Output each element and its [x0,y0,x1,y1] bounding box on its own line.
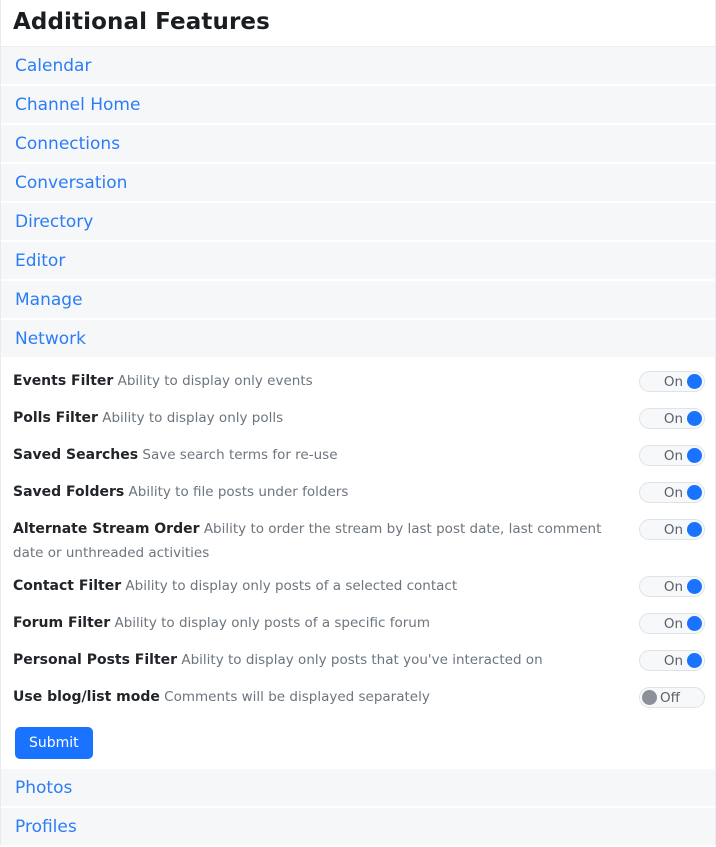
feature-row: Alternate Stream Order Ability to order … [13,513,705,570]
feature-toggle-list: Events Filter Ability to display only ev… [13,365,705,718]
feature-toggle[interactable]: On [639,482,705,503]
accordion-link-network[interactable]: Network [1,320,715,359]
toggle-knob-icon [687,411,702,426]
feature-text: Events Filter Ability to display only ev… [13,369,639,393]
accordion-link-directory[interactable]: Directory [1,203,715,242]
feature-description: Ability to display only posts of a selec… [125,578,458,594]
submit-row: Submit [13,718,705,769]
feature-description: Ability to display only posts of a speci… [114,615,430,631]
toggle-state-label: On [663,484,683,501]
accordion-link-conversation[interactable]: Conversation [1,164,715,203]
accordion-link-label: Connections [15,134,121,154]
feature-description: Ability to display only events [117,373,313,389]
toggle-state-label: On [663,373,683,390]
accordion-link-label: Calendar [15,56,92,76]
accordion-link-connections[interactable]: Connections [1,125,715,164]
toggle-state-label: On [663,652,683,669]
toggle-knob-icon [687,448,702,463]
accordion-link-photos[interactable]: Photos [1,769,715,808]
feature-name: Forum Filter [13,615,111,631]
accordion-link-label: Manage [15,290,83,310]
accordion-link-label: Editor [15,251,66,271]
feature-name: Contact Filter [13,578,122,594]
toggle-state-label: On [663,521,683,538]
toggle-knob-icon [687,616,702,631]
feature-text: Saved Searches Save search terms for re-… [13,443,639,467]
accordion-links-bottom: Photos Profiles [1,769,715,847]
feature-toggle[interactable]: On [639,613,705,634]
toggle-state-label: Off [660,689,680,706]
feature-text: Polls Filter Ability to display only pol… [13,406,639,430]
feature-row: Saved Folders Ability to file posts unde… [13,476,705,513]
feature-name: Use blog/list mode [13,689,160,705]
network-section-body: Events Filter Ability to display only ev… [1,359,715,769]
feature-text: Personal Posts Filter Ability to display… [13,648,639,672]
feature-row: Polls Filter Ability to display only pol… [13,402,705,439]
feature-text: Saved Folders Ability to file posts unde… [13,480,639,504]
toggle-state-label: On [663,578,683,595]
accordion-link-editor[interactable]: Editor [1,242,715,281]
feature-name: Events Filter [13,373,114,389]
feature-toggle[interactable]: On [639,408,705,429]
accordion-link-label: Network [15,329,86,349]
feature-description: Ability to file posts under folders [128,484,349,500]
accordion-link-label: Channel Home [15,95,141,115]
submit-button[interactable]: Submit [15,727,93,759]
feature-name: Polls Filter [13,410,98,426]
feature-description: Ability to display only posts that you'v… [181,652,543,668]
feature-text: Forum Filter Ability to display only pos… [13,611,639,635]
feature-toggle[interactable]: On [639,519,705,540]
toggle-knob-icon [687,485,702,500]
toggle-knob-icon [687,579,702,594]
feature-name: Saved Folders [13,484,125,500]
accordion-link-profiles[interactable]: Profiles [1,808,715,847]
feature-text: Contact Filter Ability to display only p… [13,574,639,598]
toggle-state-label: On [663,410,683,427]
feature-row: Events Filter Ability to display only ev… [13,365,705,402]
toggle-state-label: On [663,447,683,464]
accordion-link-manage[interactable]: Manage [1,281,715,320]
feature-toggle[interactable]: On [639,445,705,466]
accordion-link-calendar[interactable]: Calendar [1,47,715,86]
panel-header: Additional Features [1,0,715,47]
toggle-knob-icon [642,690,657,705]
feature-row: Contact Filter Ability to display only p… [13,570,705,607]
toggle-state-label: On [663,615,683,632]
accordion-link-label: Photos [15,778,73,798]
feature-row: Forum Filter Ability to display only pos… [13,607,705,644]
accordion-link-label: Profiles [15,817,77,837]
page-title: Additional Features [13,9,270,35]
accordion-links-top: Calendar Channel Home Connections Conversat… [1,47,715,359]
feature-description: Ability to display only polls [102,410,284,426]
feature-row: Use blog/list mode Comments will be disp… [13,681,705,718]
additional-features-panel: Additional Features Calendar Channel Home… [0,0,716,847]
accordion-link-label: Directory [15,212,94,232]
toggle-knob-icon [687,374,702,389]
toggle-knob-icon [687,522,702,537]
feature-toggle[interactable]: On [639,650,705,671]
feature-name: Saved Searches [13,447,139,463]
feature-toggle[interactable]: Off [639,687,705,708]
accordion-link-label: Conversation [15,173,128,193]
feature-text: Alternate Stream Order Ability to order … [13,517,639,565]
feature-description: Comments will be displayed separately [164,689,430,705]
feature-name: Personal Posts Filter [13,652,178,668]
feature-row: Saved Searches Save search terms for re-… [13,439,705,476]
feature-toggle[interactable]: On [639,576,705,597]
accordion-link-channel-home[interactable]: Channel Home [1,86,715,125]
feature-name: Alternate Stream Order [13,521,200,537]
feature-row: Personal Posts Filter Ability to display… [13,644,705,681]
feature-description: Save search terms for re-use [142,447,338,463]
toggle-knob-icon [687,653,702,668]
feature-text: Use blog/list mode Comments will be disp… [13,685,639,709]
feature-toggle[interactable]: On [639,371,705,392]
